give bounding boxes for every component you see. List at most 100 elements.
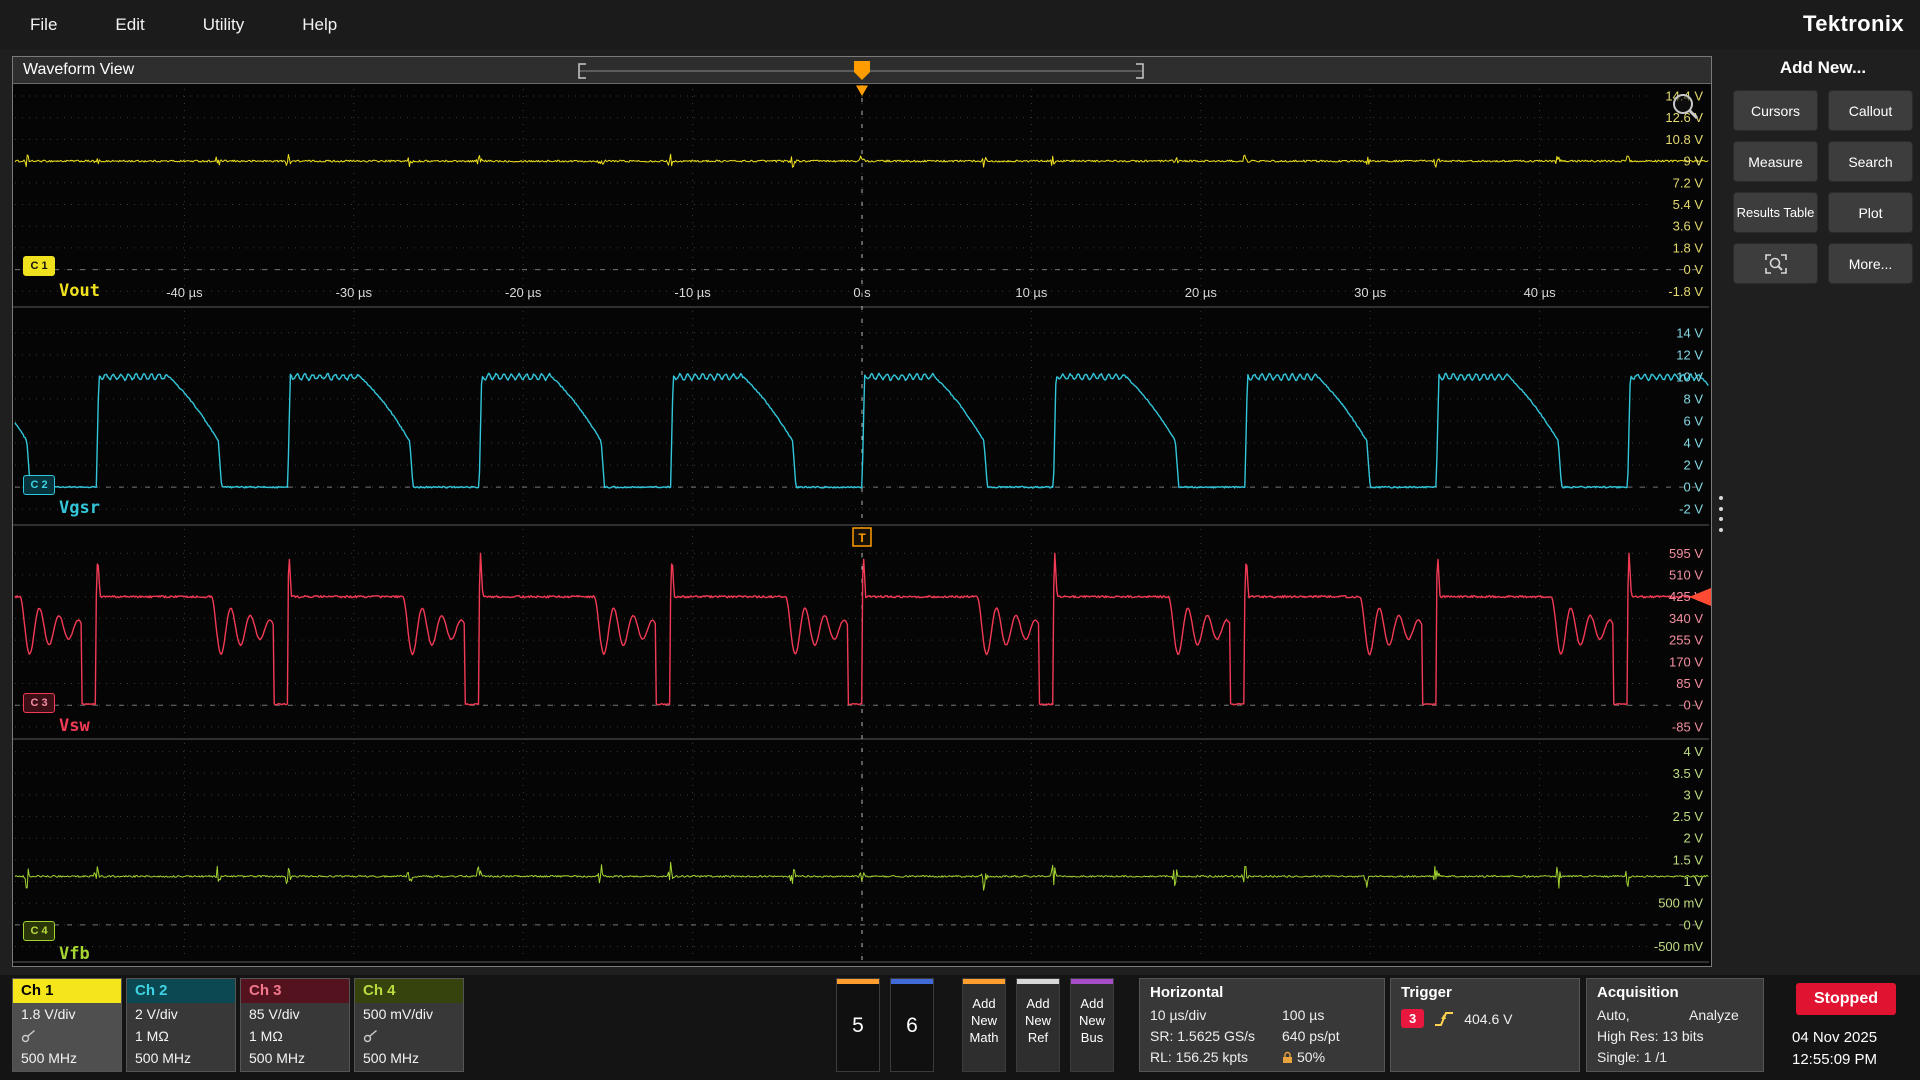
zoom-select-button[interactable] <box>1733 243 1818 284</box>
horizontal-scale: 10 µs/div <box>1150 1005 1282 1026</box>
menu-file[interactable]: File <box>30 15 57 35</box>
horizontal-overview-bar[interactable] <box>13 57 1711 84</box>
scale-label-ch3: 0 V <box>1683 698 1703 713</box>
waveform-graticule[interactable]: 14.4 V12.6 V10.8 V9 V7.2 V5.4 V3.6 V1.8 … <box>13 57 1711 966</box>
scale-label-ch4: 3.5 V <box>1673 766 1704 781</box>
measure-button[interactable]: Measure <box>1733 141 1818 182</box>
slot-5-label: 5 <box>837 1014 879 1038</box>
trigger-panel[interactable]: Trigger 3 404.6 V <box>1390 978 1580 1072</box>
acquisition-resolution: High Res: 13 bits <box>1597 1026 1704 1047</box>
search-button[interactable]: Search <box>1828 141 1913 182</box>
scale-label-ch3: 595 V <box>1669 546 1703 561</box>
menu-bar: File Edit Utility Help <box>0 0 1920 49</box>
scale-label-ch1: 7.2 V <box>1673 175 1704 190</box>
acquisition-single: Single: 1 /1 <box>1597 1047 1667 1068</box>
channel-3-panel[interactable]: Ch 3 85 V/div 1 MΩ 500 MHz <box>240 978 350 1072</box>
scale-label-ch2: 8 V <box>1683 391 1703 406</box>
time-label: -30 µs <box>336 285 373 300</box>
menu-utility[interactable]: Utility <box>203 15 245 35</box>
channel-name-vout[interactable]: Vout <box>59 281 100 301</box>
channel-2-scale: 2 V/div <box>127 1003 235 1025</box>
run-stop-status-button[interactable]: Stopped <box>1796 983 1896 1015</box>
channel-4-panel[interactable]: Ch 4 500 mV/div 500 MHz <box>354 978 464 1072</box>
tektronix-logo: Tektronix <box>1803 11 1904 37</box>
scale-label-ch2: 14 V <box>1676 325 1703 340</box>
add-new-title: Add New... <box>1733 58 1913 78</box>
channel-4-scale: 500 mV/div <box>355 1003 463 1025</box>
horizontal-window: 100 µs <box>1282 1005 1324 1026</box>
scale-label-ch1: 9 V <box>1683 154 1703 169</box>
horizontal-record-length: RL: 156.25 kpts <box>1150 1047 1282 1068</box>
probe-icon <box>21 1029 37 1043</box>
zoom-magnifier-icon[interactable] <box>1674 95 1692 113</box>
scale-label-ch1: -1.8 V <box>1668 284 1703 299</box>
trigger-position-marker-icon <box>854 61 870 80</box>
channel-3-impedance: 1 MΩ <box>241 1025 349 1047</box>
channel-badge-c3[interactable]: C 3 <box>23 693 55 713</box>
scale-label-ch2: 4 V <box>1683 436 1703 451</box>
menu-edit[interactable]: Edit <box>115 15 144 35</box>
waveform-view[interactable]: 14.4 V12.6 V10.8 V9 V7.2 V5.4 V3.6 V1.8 … <box>12 56 1712 967</box>
channel-badge-c4[interactable]: C 4 <box>23 921 55 941</box>
add-new-math-button[interactable]: Add New Math <box>962 978 1006 1072</box>
results-table-button[interactable]: Results Table <box>1733 192 1818 233</box>
channel-1-panel[interactable]: Ch 1 1.8 V/div 500 MHz <box>12 978 122 1072</box>
rising-edge-icon <box>1433 1010 1455 1028</box>
callout-button[interactable]: Callout <box>1828 90 1913 131</box>
horizontal-title: Horizontal <box>1150 984 1374 1001</box>
channel-4-panel-label[interactable]: Ch 4 <box>355 979 463 1003</box>
channel-name-vgsr[interactable]: Vgsr <box>59 498 100 518</box>
channel-1-bandwidth: 500 MHz <box>13 1047 121 1069</box>
scale-label-ch2: 0 V <box>1683 480 1703 495</box>
trigger-event-letter: T <box>858 531 866 545</box>
scale-label-ch4: 0 V <box>1683 917 1703 932</box>
waveform-view-title: Waveform View <box>13 61 134 78</box>
cursors-button[interactable]: Cursors <box>1733 90 1818 131</box>
channel-name-vsw[interactable]: Vsw <box>59 716 90 736</box>
lock-icon <box>1282 1051 1293 1064</box>
horizontal-panel[interactable]: Horizontal 10 µs/div 100 µs SR: 1.5625 G… <box>1139 978 1385 1072</box>
channel-2-panel-label[interactable]: Ch 2 <box>127 979 235 1003</box>
scale-label-ch2: 6 V <box>1683 414 1703 429</box>
acquisition-panel[interactable]: Acquisition Auto, Analyze High Res: 13 b… <box>1586 978 1764 1072</box>
trigger-title: Trigger <box>1401 984 1569 1001</box>
channel-badge-c1[interactable]: C 1 <box>23 256 55 276</box>
plot-button[interactable]: Plot <box>1828 192 1913 233</box>
panel-splitter-handle[interactable] <box>1719 496 1724 532</box>
scale-label-ch3: 170 V <box>1669 654 1703 669</box>
add-new-bus-button[interactable]: Add New Bus <box>1070 978 1114 1072</box>
channel-3-bandwidth: 500 MHz <box>241 1047 349 1069</box>
menu-help[interactable]: Help <box>302 15 337 35</box>
time-label: 30 µs <box>1354 285 1387 300</box>
channel-1-scale: 1.8 V/div <box>13 1003 121 1025</box>
channel-badge-c2[interactable]: C 2 <box>23 475 55 495</box>
add-new-math-label: Add New Math <box>970 996 999 1045</box>
channel-1-panel-label[interactable]: Ch 1 <box>13 979 121 1003</box>
scale-label-ch1: 5.4 V <box>1673 197 1704 212</box>
scale-label-ch4: 4 V <box>1683 744 1703 759</box>
acquisition-analyze[interactable]: Analyze <box>1689 1005 1739 1026</box>
slot-button-5[interactable]: 5 <box>836 978 880 1072</box>
scale-label-ch4: -500 mV <box>1654 939 1703 954</box>
channel-2-impedance: 1 MΩ <box>127 1025 235 1047</box>
trigger-source-badge: 3 <box>1401 1009 1424 1028</box>
channel-3-panel-label[interactable]: Ch 3 <box>241 979 349 1003</box>
slot-button-6[interactable]: 6 <box>890 978 934 1072</box>
channel-4-bandwidth: 500 MHz <box>355 1047 463 1069</box>
time-label: 40 µs <box>1524 285 1557 300</box>
scale-label-ch1: 0 V <box>1683 262 1703 277</box>
channel-name-vfb[interactable]: Vfb <box>59 944 90 964</box>
waveform-trace-ch3[interactable] <box>15 553 1708 705</box>
trigger-top-arrow-icon <box>856 86 868 97</box>
time-label: 0 s <box>853 285 871 300</box>
channel-2-panel[interactable]: Ch 2 2 V/div 1 MΩ 500 MHz <box>126 978 236 1072</box>
channel-3-scale: 85 V/div <box>241 1003 349 1025</box>
add-new-ref-button[interactable]: Add New Ref <box>1016 978 1060 1072</box>
scale-label-ch4: 1.5 V <box>1673 852 1704 867</box>
probe-icon <box>363 1029 379 1043</box>
scale-label-ch4: 1 V <box>1683 874 1703 889</box>
more-button[interactable]: More... <box>1828 243 1913 284</box>
add-new-panel: Add New... Cursors Callout Measure Searc… <box>1733 58 1913 284</box>
waveform-view-titlebar: Waveform View <box>13 57 1711 84</box>
marquee-zoom-icon <box>1763 252 1789 276</box>
